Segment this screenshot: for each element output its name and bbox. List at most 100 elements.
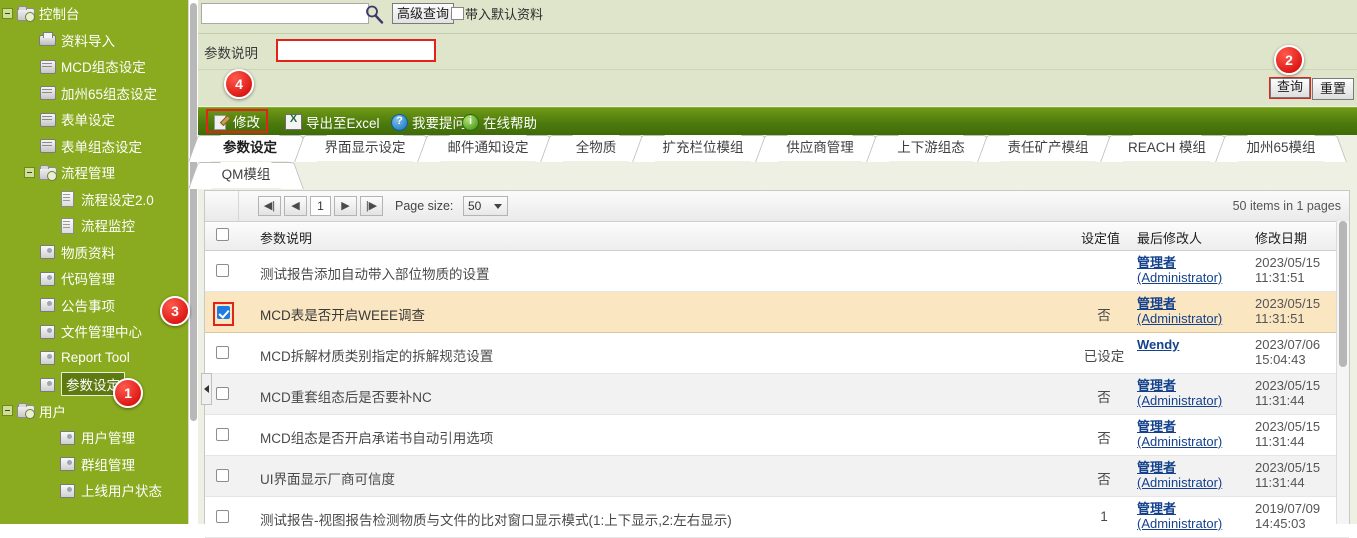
tab-7[interactable]: 上下游组态	[866, 135, 996, 162]
row-checkbox[interactable]	[216, 510, 229, 523]
table-row[interactable]: MCD组态是否开启承诺书自动引用选项 否 管理者 (Administrator) 202…	[205, 415, 1349, 456]
sidebar-item-flow-management[interactable]: 流程管理	[0, 159, 188, 186]
sidebar-item-form-config[interactable]: 表单组态设定	[0, 133, 188, 160]
sidebar-scrollbar-thumb[interactable]	[190, 3, 197, 421]
folder-clock-icon	[17, 403, 35, 420]
modifier-account-link[interactable]: (Administrator)	[1137, 393, 1222, 408]
row-checkbox[interactable]	[216, 469, 229, 482]
tree-expander-icon[interactable]	[2, 7, 13, 19]
tree-expander-icon[interactable]	[24, 166, 35, 178]
sidebar-item-form-setting[interactable]: 表单设定	[0, 106, 188, 133]
prev-page-button[interactable]: ◀	[284, 196, 307, 216]
table-row[interactable]: MCD表是否开启WEEE调查 否 管理者 (Administrator) 2023/05…	[205, 292, 1349, 333]
sidebar-item-console[interactable]: 控制台	[0, 0, 188, 27]
last-page-button[interactable]: |▶	[360, 196, 383, 216]
column-header-modify-date: 修改日期	[1255, 231, 1308, 246]
sidebar-item-users[interactable]: 用户	[0, 398, 188, 425]
row-checkbox[interactable]	[217, 306, 230, 319]
modifier-account-link[interactable]: (Administrator)	[1137, 270, 1222, 285]
tab-5[interactable]: 扩充栏位模组	[632, 135, 774, 162]
sidebar-item-substance-data[interactable]: 物质资料	[0, 239, 188, 266]
next-page-button[interactable]: ▶	[334, 196, 357, 216]
row-checkbox[interactable]	[216, 346, 229, 359]
search-input[interactable]	[201, 3, 369, 24]
edit-button[interactable]: 修改	[206, 109, 268, 133]
modify-date: 2023/05/15	[1255, 460, 1321, 475]
sidebar-item-user-management[interactable]: 用户管理	[0, 424, 188, 451]
page-size-label: Page size:	[395, 199, 454, 213]
table-row[interactable]: MCD拆解材质类别指定的拆解规范设置 已设定 Wendy 2023/07/06 15:0…	[205, 333, 1349, 374]
modifier-link[interactable]: 管理者	[1137, 501, 1222, 516]
tab-6[interactable]: 供应商管理	[755, 135, 885, 162]
sidebar-tree: 控制台 资料导入 MCD组态设定 加州65组态设定 表单设定 表单组态设定 流程管理 流程设定…	[0, 0, 188, 504]
row-checkbox[interactable]	[216, 387, 229, 400]
tab-4[interactable]: 全物质	[540, 135, 652, 162]
query-button[interactable]: 查询	[1268, 77, 1311, 99]
column-header-description: 参数说明	[260, 231, 313, 246]
parameter-description-field[interactable]	[276, 39, 436, 62]
sidebar-item-data-import[interactable]: 资料导入	[0, 27, 188, 54]
reset-button[interactable]: 重置	[1311, 78, 1354, 100]
tab-1[interactable]: 参数设定	[188, 135, 312, 162]
default-data-checkbox-wrapper[interactable]: 带入默认资料	[451, 4, 543, 23]
table-row[interactable]: 测试报告添加自动带入部位物质的设置 管理者 (Administrator) 2023/…	[205, 251, 1349, 292]
modifier-link[interactable]: 管理者	[1137, 419, 1222, 434]
tab-9[interactable]: REACH 模组	[1100, 135, 1234, 162]
tab-2[interactable]: 界面显示设定	[294, 135, 436, 162]
ask-question-button[interactable]: 我要提问	[391, 111, 466, 133]
tab-secondary-1[interactable]: QM模组	[188, 162, 304, 189]
row-checkbox-wrapper[interactable]	[216, 428, 229, 444]
search-icon[interactable]	[364, 4, 384, 24]
modifier-link[interactable]: 管理者	[1137, 460, 1222, 475]
sidebar-item-flow-monitor[interactable]: 流程监控	[0, 212, 188, 239]
select-all-checkbox[interactable]	[216, 228, 229, 241]
modifier-account-link[interactable]: (Administrator)	[1137, 311, 1222, 326]
tab-8[interactable]: 责任矿产模组	[977, 135, 1119, 162]
row-checkbox[interactable]	[216, 428, 229, 441]
modifier-account-link[interactable]: (Administrator)	[1137, 475, 1222, 490]
export-excel-button[interactable]: 导出至Excel	[285, 111, 380, 133]
sidebar-item-report-tool[interactable]: Report Tool	[0, 345, 188, 372]
modifier-link[interactable]: 管理者	[1137, 255, 1222, 270]
sidebar-item-mcd-config[interactable]: MCD组态设定	[0, 53, 188, 80]
modifier-link[interactable]: 管理者	[1137, 296, 1222, 311]
tree-expander-icon[interactable]	[2, 405, 13, 417]
grid-scrollbar[interactable]	[1336, 221, 1349, 524]
app-root: 控制台 资料导入 MCD组态设定 加州65组态设定 表单设定 表单组态设定 流程管理 流程设定…	[0, 0, 1357, 538]
table-row[interactable]: MCD重套组态后是否要补NC 否 管理者 (Administrator) 2023/05…	[205, 374, 1349, 415]
tab-3[interactable]: 邮件通知设定	[417, 135, 559, 162]
row-checkbox-wrapper[interactable]	[216, 264, 229, 280]
row-checkbox-wrapper[interactable]	[213, 302, 234, 326]
grid-left-scroll-marker[interactable]	[201, 373, 212, 405]
sidebar-item-group-management[interactable]: 群组管理	[0, 451, 188, 478]
sidebar-item-parameter-setting[interactable]: 参数设定	[0, 371, 188, 398]
tab-10[interactable]: 加州65模组	[1215, 135, 1347, 162]
row-checkbox-wrapper[interactable]	[216, 387, 229, 403]
table-row[interactable]: 测试报告-视图报告检测物质与文件的比对窗口显示模式(1:上下显示,2:左右显示)…	[205, 497, 1349, 538]
annotation-badge-1: 1	[113, 378, 143, 408]
row-checkbox-wrapper[interactable]	[216, 469, 229, 485]
card-icon	[59, 456, 76, 472]
sidebar-item-flow-setting-20[interactable]: 流程设定2.0	[0, 186, 188, 213]
online-help-button[interactable]: 在线帮助	[462, 111, 537, 133]
tab-label: 邮件通知设定	[447, 140, 529, 155]
modify-date: 2023/05/15	[1255, 296, 1321, 311]
row-checkbox[interactable]	[216, 264, 229, 277]
page-size-select[interactable]: 50	[463, 196, 508, 216]
grid-scrollbar-thumb[interactable]	[1339, 221, 1347, 367]
default-data-checkbox[interactable]	[451, 7, 464, 20]
sidebar-item-online-user-status[interactable]: 上线用户状态	[0, 477, 188, 504]
modifier-link[interactable]: Wendy	[1137, 337, 1179, 352]
sidebar-item-prop65-config[interactable]: 加州65组态设定	[0, 80, 188, 107]
sidebar-item-code-management[interactable]: 代码管理	[0, 265, 188, 292]
table-row[interactable]: UI界面显示厂商可信度 否 管理者 (Administrator) 2023/05/15…	[205, 456, 1349, 497]
modifier-link[interactable]: 管理者	[1137, 378, 1222, 393]
page-number-input[interactable]: 1	[310, 196, 331, 216]
cell-value: 否	[1097, 308, 1111, 323]
advanced-query-button[interactable]: 高级查询	[392, 3, 455, 24]
sidebar-item-document-center[interactable]: 文件管理中心	[0, 318, 188, 345]
first-page-button[interactable]: ◀|	[258, 196, 281, 216]
row-checkbox-wrapper[interactable]	[216, 346, 229, 362]
modifier-account-link[interactable]: (Administrator)	[1137, 434, 1222, 449]
select-all-checkbox-wrapper[interactable]	[216, 228, 229, 244]
